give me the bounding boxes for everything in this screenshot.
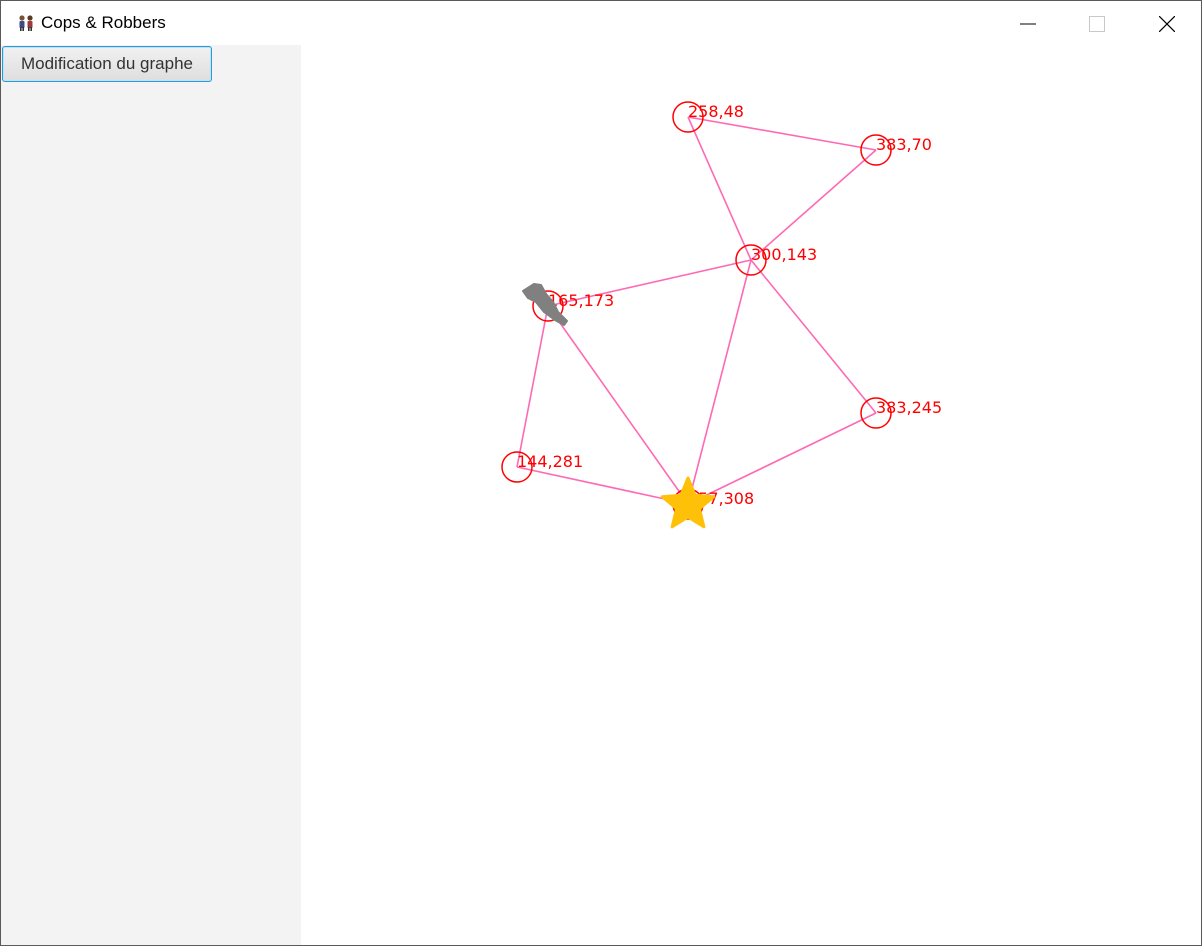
graph-node[interactable]: 383,245 [860, 397, 942, 429]
app-window: Cops & Robbers Modification du graphe 25… [0, 0, 1202, 946]
modify-graph-button[interactable]: Modification du graphe [2, 46, 212, 82]
minimize-icon [1020, 23, 1036, 25]
maximize-button[interactable] [1073, 1, 1119, 45]
minimize-button[interactable] [1004, 1, 1050, 45]
graph-edge [547, 305, 689, 505]
nodes-layer: 258,48 383,70 300,143 165,173 383,245 144,281… [501, 101, 942, 520]
graph-node[interactable]: 144,281 [501, 451, 583, 483]
node-label: 258,48 [688, 102, 744, 121]
node-label: 300,143 [751, 245, 817, 264]
graph-edge [687, 116, 752, 261]
title-bar[interactable]: Cops & Robbers [1, 1, 1201, 45]
close-icon [1159, 16, 1175, 32]
graph-edge [516, 305, 549, 468]
edges-layer [516, 116, 877, 505]
node-label: 144,281 [517, 452, 583, 471]
node-label: 383,245 [876, 398, 942, 417]
node-label: 383,70 [876, 135, 932, 154]
graph-svg: 258,48 383,70 300,143 165,173 383,245 144,281… [501, 101, 942, 529]
graph-edge [687, 116, 877, 151]
node-label: 165,173 [548, 291, 614, 310]
window-title: Cops & Robbers [41, 13, 166, 32]
sidebar-panel: Modification du graphe [1, 45, 301, 945]
maximize-icon [1089, 16, 1105, 32]
graph-edge [750, 149, 877, 261]
close-button[interactable] [1143, 1, 1189, 45]
people-icon [17, 14, 35, 32]
graph-node[interactable]: 258,48 [672, 101, 744, 133]
graph-edge [687, 259, 752, 505]
graph-edge [750, 259, 877, 414]
graph-canvas[interactable]: 258,48 383,70 300,143 165,173 383,245 144,281… [301, 45, 1201, 945]
